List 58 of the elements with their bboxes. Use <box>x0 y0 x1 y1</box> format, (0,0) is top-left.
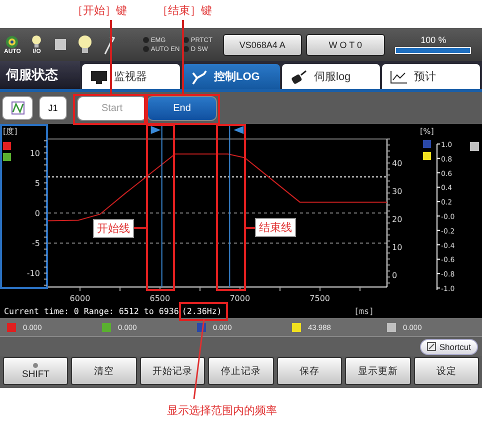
axis-tick-label: -5 <box>32 239 40 248</box>
tab[interactable]: 预计 <box>382 64 480 89</box>
callout-label: 开始线 <box>93 219 134 238</box>
chart-view-button[interactable] <box>2 96 33 120</box>
axis-tick-label: 6000 <box>70 294 90 303</box>
axis-button[interactable]: J1 <box>39 96 67 120</box>
callout-label: ［结束］键 <box>157 4 212 18</box>
function-button[interactable]: 清空 <box>71 357 137 385</box>
unit-label: [ms] <box>354 306 374 316</box>
swirl-icon <box>5 34 20 48</box>
unit-label: [度] <box>3 127 18 136</box>
function-button[interactable]: 开始记录 <box>140 357 206 385</box>
function-button[interactable]: 显示更新 <box>345 357 411 385</box>
status-button[interactable]: W O T 0 <box>306 34 385 56</box>
axis-tick-label: 7000 <box>230 294 250 303</box>
leader-line <box>133 227 146 229</box>
axis-tick-label: 30 <box>392 187 402 196</box>
axis-tick-label: 6500 <box>150 294 170 303</box>
highlight-frame <box>179 302 228 321</box>
axis-tick-label: 0 <box>392 271 398 280</box>
axis-tick-label: 0 <box>34 209 40 218</box>
axis-tick-label: 5 <box>34 178 40 188</box>
axis-tick-label: 40 <box>392 159 402 168</box>
line-graph-icon <box>390 70 408 84</box>
tab[interactable]: 伺服log <box>282 64 380 89</box>
robot-arm-icon <box>190 68 208 84</box>
stop-square-icon <box>55 39 66 50</box>
section-title: 伺服状态 <box>0 61 80 89</box>
shortcut-button[interactable]: Shortcut <box>420 338 478 354</box>
function-button[interactable]: SHIFT <box>3 357 68 385</box>
tab[interactable]: 监视器 <box>82 64 180 89</box>
start-cursor[interactable] <box>150 126 162 288</box>
callout-label: 结束线 <box>255 218 296 237</box>
unit-label: [%] <box>420 127 434 136</box>
callout-label: ［开始］键 <box>72 4 127 18</box>
function-button[interactable]: 保存 <box>276 357 342 385</box>
monitor-icon <box>90 70 108 84</box>
frequency-reading: (2.36Hz) <box>182 306 222 316</box>
axis-tick-label: 7500 <box>310 294 330 303</box>
axis-tick-label: 20 <box>392 215 402 224</box>
motor-icon <box>290 68 308 84</box>
status-button[interactable]: VS068A4 A <box>222 34 302 56</box>
end-cursor[interactable] <box>229 126 244 288</box>
axis-tick-label: -10 <box>26 269 40 278</box>
function-button[interactable]: 停止记录 <box>208 357 274 385</box>
tab[interactable]: 控制LOG <box>182 64 280 89</box>
speed-reading: 100 % <box>420 35 446 45</box>
wrench-icon <box>102 34 115 54</box>
axis-tick-label: 10 <box>30 148 40 158</box>
range-info: Current time: 0 Range: 6512 to 6936 <box>4 306 179 316</box>
function-button[interactable]: 设定 <box>414 357 479 385</box>
light-bulb-icon <box>31 34 42 48</box>
callout-label: 显示选择范围内的频率 <box>167 404 277 418</box>
shortcut-icon <box>427 342 436 351</box>
axis-tick-label: 10 <box>392 243 402 252</box>
waveform-icon <box>10 101 24 115</box>
light-bulb-icon <box>76 34 93 54</box>
range-button[interactable]: End <box>147 96 217 120</box>
